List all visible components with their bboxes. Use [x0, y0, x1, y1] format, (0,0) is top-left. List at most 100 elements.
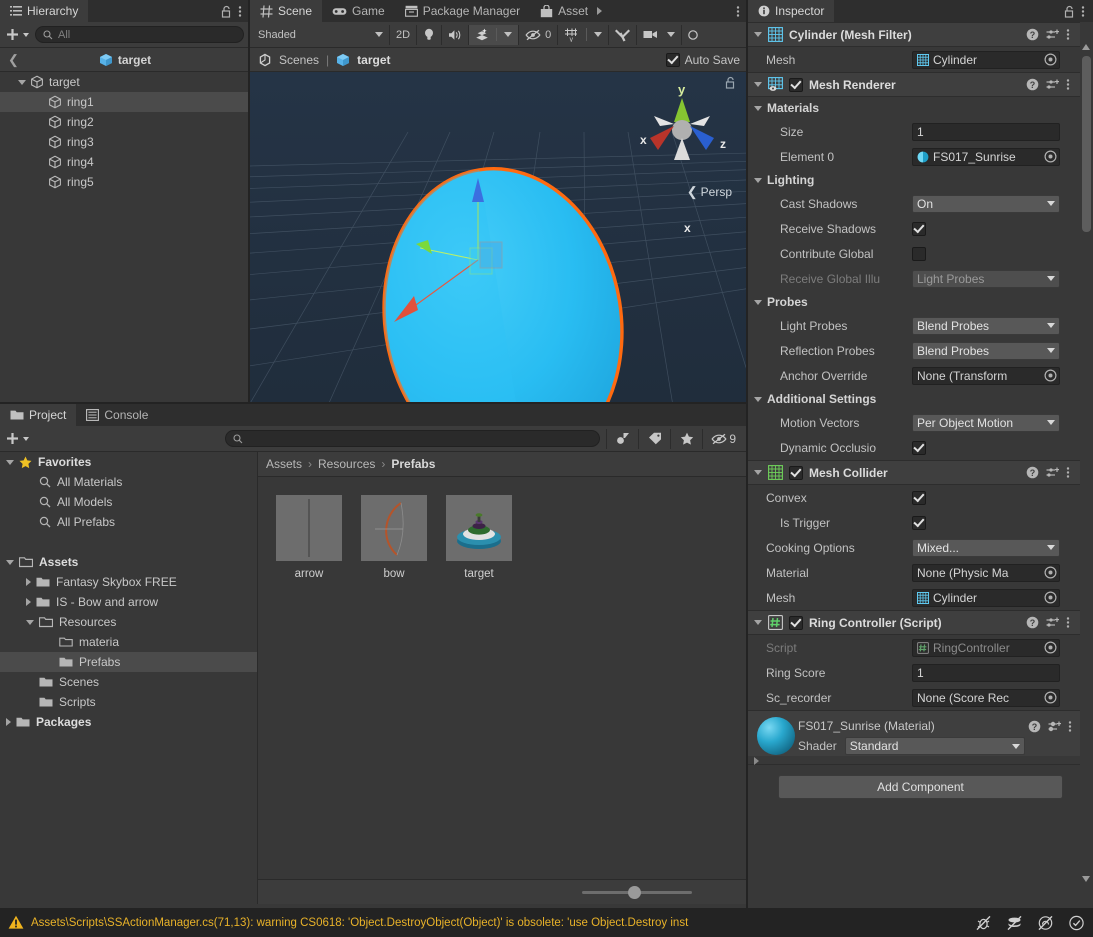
kebab-menu-icon[interactable]: [238, 5, 242, 18]
help-icon[interactable]: ?: [1026, 78, 1039, 91]
tab-project[interactable]: Project: [0, 404, 77, 426]
section-lighting[interactable]: Lighting: [748, 169, 1080, 191]
tab-scene[interactable]: Scene: [250, 0, 323, 22]
create-object-button[interactable]: [6, 28, 29, 41]
hierarchy-item-ring3[interactable]: ring3: [0, 132, 250, 152]
check-circle-icon[interactable]: [1068, 915, 1085, 931]
help-icon[interactable]: ?: [1026, 616, 1039, 629]
hierarchy-item-ring5[interactable]: ring5: [0, 172, 250, 192]
toggle-2d-button[interactable]: 2D: [390, 24, 418, 45]
lock-open-icon[interactable]: [221, 5, 232, 18]
project-tree-item-fantasy-skybox-free[interactable]: Fantasy Skybox FREE: [0, 572, 257, 592]
project-tree-item-all-materials[interactable]: All Materials: [0, 472, 257, 492]
hierarchy-item-ring4[interactable]: ring4: [0, 152, 250, 172]
kebab-menu-icon[interactable]: [736, 5, 740, 18]
scene-folder-label[interactable]: Scenes: [279, 53, 319, 67]
component-foldout-icon[interactable]: [754, 82, 762, 87]
object-field-mesh[interactable]: Cylinder: [912, 588, 1060, 607]
auto-save-group[interactable]: Auto Save: [665, 52, 740, 67]
section-probes[interactable]: Probes: [748, 291, 1080, 313]
section-foldout-icon[interactable]: [754, 105, 762, 111]
section-materials[interactable]: Materials: [748, 97, 1080, 119]
component-header-mesh-renderer[interactable]: Mesh Renderer?: [748, 72, 1080, 97]
asset-item-arrow[interactable]: arrow: [276, 495, 342, 580]
tab-game[interactable]: Game: [322, 0, 395, 22]
label-filter-icon[interactable]: [638, 428, 670, 449]
collapse-arrow-icon[interactable]: [6, 718, 11, 726]
checkbox-dynamic-occlusio[interactable]: [912, 440, 926, 455]
project-tree-item-all-prefabs[interactable]: All Prefabs: [0, 512, 257, 532]
toggle-audio-button[interactable]: [442, 24, 470, 45]
projection-mode[interactable]: ❮ Persp: [687, 184, 732, 200]
project-tree-item-packages[interactable]: Packages: [0, 712, 257, 732]
collapse-arrow-icon[interactable]: [26, 598, 31, 606]
lock-open-icon[interactable]: [1064, 5, 1075, 18]
object-type-filter-icon[interactable]: [606, 428, 638, 449]
object-picker-icon[interactable]: [1042, 640, 1059, 656]
toggle-fx-button[interactable]: [469, 24, 520, 45]
kebab-menu-icon[interactable]: [1066, 78, 1070, 91]
component-foldout-icon[interactable]: [754, 620, 762, 625]
asset-item-target[interactable]: target: [446, 495, 512, 580]
scroll-down-arrow-icon[interactable]: [1082, 876, 1090, 882]
kebab-menu-icon[interactable]: [1066, 616, 1070, 629]
tab-asset[interactable]: Asset: [530, 0, 613, 22]
collapse-arrow-icon[interactable]: [26, 578, 31, 586]
kebab-menu-icon[interactable]: [1068, 720, 1072, 733]
help-icon[interactable]: ?: [1026, 466, 1039, 479]
expand-arrow-icon[interactable]: [6, 559, 14, 565]
project-tree-item-favorites[interactable]: Favorites: [0, 452, 257, 472]
expand-arrow-icon[interactable]: [18, 79, 26, 85]
cloud-off-icon[interactable]: [1037, 915, 1054, 931]
tab-package-manager[interactable]: Package Manager: [394, 0, 531, 22]
project-tree-item-prefabs[interactable]: Prefabs: [0, 652, 257, 672]
project-tree-item-resources[interactable]: Resources: [0, 612, 257, 632]
checkbox-receive-shadows[interactable]: [912, 221, 926, 236]
scene-object-label[interactable]: target: [357, 53, 390, 67]
breadcrumb-item-assets[interactable]: Assets: [266, 457, 302, 471]
kebab-menu-icon[interactable]: [1081, 5, 1085, 18]
object-picker-icon[interactable]: [1042, 565, 1059, 581]
dropdown-receive-global-illu[interactable]: Light Probes: [912, 269, 1060, 288]
collab-off-icon[interactable]: [1006, 915, 1023, 931]
thumbnail-size-slider[interactable]: [582, 885, 692, 899]
draw-mode-dropdown[interactable]: Shaded: [252, 24, 390, 45]
section-foldout-icon[interactable]: [754, 177, 762, 183]
scene-visibility-button[interactable]: 0: [519, 24, 559, 45]
object-picker-icon[interactable]: [1042, 149, 1059, 165]
gizmo-lock-icon[interactable]: [725, 76, 736, 92]
component-foldout-icon[interactable]: [754, 470, 762, 475]
kebab-menu-icon[interactable]: [1066, 28, 1070, 41]
project-tree-item-all-models[interactable]: All Models: [0, 492, 257, 512]
preset-icon[interactable]: [1046, 616, 1059, 629]
debug-off-icon[interactable]: [975, 915, 992, 931]
object-field-element-0[interactable]: FS017_Sunrise: [912, 147, 1060, 166]
project-tree-item-scripts[interactable]: Scripts: [0, 692, 257, 712]
dropdown-motion-vectors[interactable]: Per Object Motion: [912, 413, 1060, 432]
object-field-material[interactable]: None (Physic Ma: [912, 563, 1060, 582]
expand-arrow-icon[interactable]: [26, 619, 34, 625]
object-field-script[interactable]: RingController: [912, 638, 1060, 657]
kebab-menu-icon[interactable]: [1066, 466, 1070, 479]
create-asset-button[interactable]: [6, 432, 29, 445]
project-hidden-toggle[interactable]: 9: [702, 428, 742, 449]
project-tree-item-scenes[interactable]: Scenes: [0, 672, 257, 692]
component-enabled-checkbox[interactable]: [789, 615, 803, 630]
field-input-ring-score[interactable]: 1: [912, 663, 1060, 682]
inspector-scrollbar[interactable]: [1081, 44, 1092, 886]
status-message[interactable]: Assets\Scripts\SSActionManager.cs(71,13)…: [31, 917, 962, 929]
checkbox-convex[interactable]: [912, 490, 926, 505]
tab-inspector[interactable]: Inspector: [748, 0, 835, 22]
scroll-up-arrow-icon[interactable]: [1082, 44, 1090, 50]
tab-console[interactable]: Console: [76, 404, 159, 426]
preset-icon[interactable]: [1048, 720, 1061, 733]
hierarchy-item-target[interactable]: target: [0, 72, 250, 92]
scene-viewport[interactable]: x y x z ❮ Persp: [250, 72, 748, 402]
slider-knob[interactable]: [628, 885, 642, 899]
component-enabled-checkbox[interactable]: [789, 465, 803, 480]
section-additional-settings[interactable]: Additional Settings: [748, 388, 1080, 410]
auto-save-checkbox[interactable]: [665, 52, 680, 67]
help-icon[interactable]: ?: [1028, 720, 1041, 733]
component-header-ring-controller-script-[interactable]: Ring Controller (Script)?: [748, 610, 1080, 635]
gizmos-tools-button[interactable]: [609, 24, 638, 45]
